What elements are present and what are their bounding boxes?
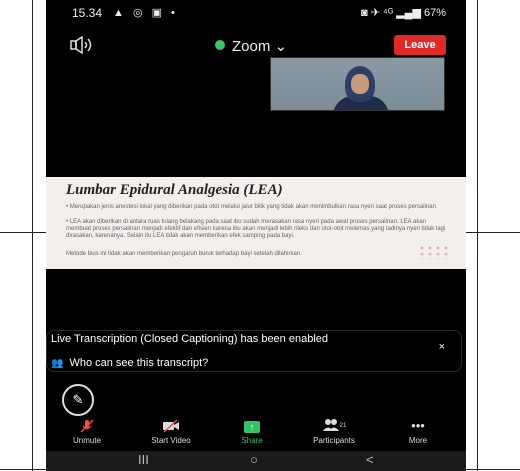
participants-button[interactable]: 21 Participants <box>299 418 369 445</box>
transcription-message: Live Transcription (Closed Captioning) h… <box>51 333 329 345</box>
slide-paragraph-3: Metode bius ini tidak akan memberikan pe… <box>66 251 302 257</box>
speaker-icon[interactable] <box>70 35 96 56</box>
leave-button[interactable]: Leave <box>394 35 446 55</box>
start-video-label: Start Video <box>151 436 191 445</box>
meeting-toolbar: Unmute Start Video ↑ Share 21 Participan… <box>46 418 466 448</box>
chevron-down-icon: ⌄ <box>274 38 288 55</box>
participants-count: 21 <box>339 423 347 429</box>
share-button[interactable]: ↑ Share <box>217 418 287 445</box>
share-label: Share <box>241 436 263 445</box>
participants-label: Participants <box>313 436 355 445</box>
frame-line-left <box>0 232 46 233</box>
start-video-button[interactable]: Start Video <box>136 418 206 445</box>
unmute-button[interactable]: Unmute <box>52 418 122 445</box>
meeting-title-text: Zoom <box>232 38 271 55</box>
frame-line-right <box>466 232 520 233</box>
status-notification-icons: ▲ ◎ ▣ • <box>113 7 178 19</box>
phone-screen: 15.34 ▲ ◎ ▣ • ◙ ✈ ⁴ᴳ ▂▄▆ 67% Zoom ⌄ Leav… <box>46 0 466 471</box>
video-off-icon <box>136 418 206 434</box>
microphone-off-icon <box>52 418 122 434</box>
pencil-icon: ✎ <box>72 392 84 407</box>
unmute-label: Unmute <box>72 436 101 445</box>
participant-face <box>351 74 369 94</box>
participants-icon: 21 <box>299 418 369 434</box>
participant-video-thumbnail[interactable] <box>270 57 445 111</box>
status-time: 15.34 <box>72 6 103 20</box>
back-nav-button[interactable]: < <box>366 452 374 467</box>
people-icon: 👥 <box>51 358 64 369</box>
more-label: More <box>408 436 428 445</box>
status-bar: 15.34 ▲ ◎ ▣ • ◙ ✈ ⁴ᴳ ▂▄▆ 67% <box>46 0 466 26</box>
system-nav-bar: III ○ < <box>46 451 466 471</box>
recents-nav-button[interactable]: III <box>138 452 149 467</box>
meeting-title[interactable]: Zoom ⌄ <box>216 37 287 55</box>
shared-slide: Lumbar Epidural Analgesia (LEA) • Merupa… <box>46 177 466 269</box>
status-battery-signal: ◙ ✈ ⁴ᴳ ▂▄▆ 67% <box>361 7 446 19</box>
more-button[interactable]: ••• More <box>383 418 453 445</box>
slide-paragraph-1: • Merupakan jenis anestesi lokal yang di… <box>66 204 436 210</box>
slide-paragraph-2: • LEA akan diberikan di antara ruas tula… <box>66 219 446 239</box>
more-dots-icon: ••• <box>411 418 425 433</box>
slide-decoration <box>418 245 448 259</box>
annotate-pencil-button[interactable]: ✎ <box>62 384 94 416</box>
home-nav-button[interactable]: ○ <box>250 452 258 467</box>
close-icon[interactable]: × <box>439 341 445 353</box>
share-icon: ↑ <box>217 418 287 434</box>
transcript-visibility-text: Who can see this transcript? <box>69 357 209 369</box>
frame-left-line <box>32 0 33 471</box>
frame-right-line <box>477 0 478 471</box>
transcription-banner: Live Transcription (Closed Captioning) h… <box>46 330 462 372</box>
transcript-visibility-link[interactable]: 👥 Who can see this transcript? <box>51 357 208 369</box>
slide-title: Lumbar Epidural Analgesia (LEA) <box>66 182 283 198</box>
